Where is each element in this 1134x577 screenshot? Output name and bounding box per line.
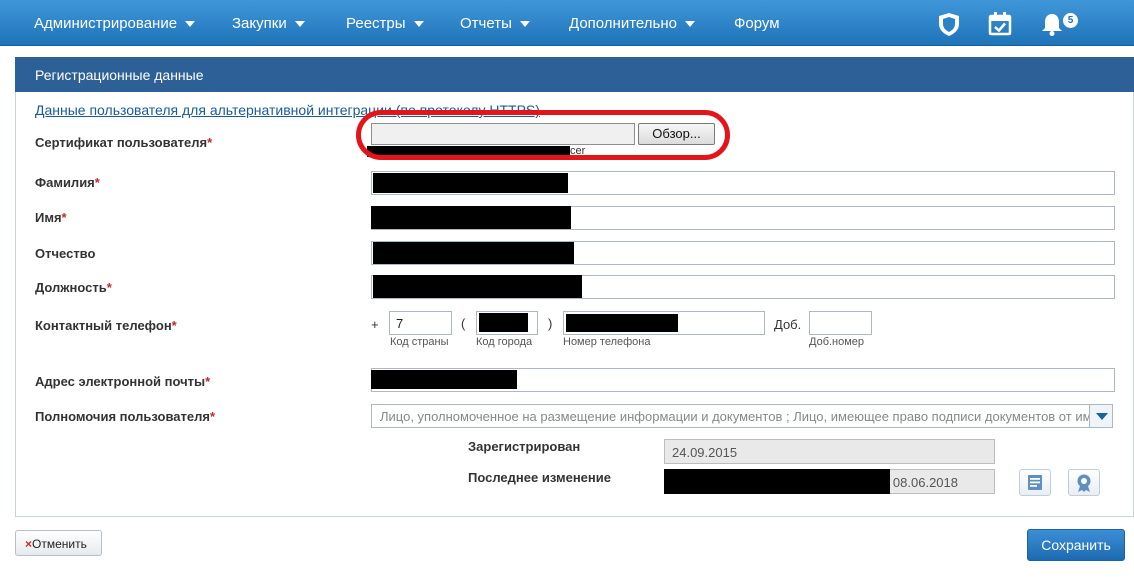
nav-item-registries[interactable]: Реестры (346, 15, 424, 35)
redacted-value (373, 242, 574, 264)
redacted-value (664, 469, 890, 494)
label-text: Фамилия (35, 175, 95, 190)
authority-select[interactable]: Лицо, уполномоченное на размещение инфор… (371, 404, 1113, 428)
required-mark: * (106, 280, 112, 295)
extension-input[interactable] (809, 311, 872, 335)
cancel-button[interactable]: ×Отменить (15, 530, 102, 556)
nav-item-forum[interactable]: Форум (734, 15, 780, 35)
redacted-value (479, 313, 528, 332)
panel-title: Регистрационные данные (15, 57, 1134, 92)
phone-plus-sign: + (371, 317, 379, 332)
extension-label: Доб. (774, 317, 802, 332)
chevron-down-icon (294, 21, 305, 28)
highlight-annotation (356, 110, 730, 160)
history-button[interactable] (1019, 469, 1051, 496)
required-mark: * (171, 318, 177, 333)
nav-item-label: Дополнительно (569, 15, 677, 32)
calendar-check-icon[interactable] (986, 10, 1014, 38)
required-mark: * (207, 135, 213, 150)
label-text: Адрес электронной почты (35, 374, 206, 389)
nav-item-additional[interactable]: Дополнительно (569, 15, 695, 35)
certificate-info-button[interactable] (1068, 469, 1100, 496)
authority-label: Полномочия пользователя* (35, 409, 215, 424)
label-text: Контактный телефон (35, 318, 172, 333)
redacted-value (373, 173, 568, 193)
shield-icon[interactable] (935, 10, 963, 38)
label-text: Имя (35, 210, 62, 225)
required-mark: * (94, 175, 100, 190)
first-name-label: Имя* (35, 210, 67, 225)
chevron-down-icon (413, 21, 424, 28)
position-label: Должность* (35, 280, 112, 295)
required-mark: * (209, 409, 215, 424)
save-button[interactable]: Сохранить (1027, 529, 1125, 561)
registered-date-field: 24.09.2015 (664, 439, 995, 464)
required-mark: * (205, 374, 211, 389)
nav-item-reports[interactable]: Отчеты (460, 15, 530, 35)
label-text: Сертификат пользователя (35, 135, 208, 150)
patronymic-label: Отчество (35, 246, 95, 261)
chevron-down-icon[interactable] (1089, 405, 1112, 427)
phone-label: Контактный телефон* (35, 318, 177, 333)
close-paren: ) (548, 316, 553, 331)
last-modified-label: Последнее изменение (468, 470, 611, 485)
nav-item-label: Администрирование (34, 15, 178, 32)
email-label: Адрес электронной почты* (35, 374, 210, 389)
bell-icon[interactable] (1038, 10, 1066, 38)
registered-label: Зарегистрирован (468, 439, 581, 454)
nav-item-administration[interactable]: Администрирование (34, 15, 196, 35)
chevron-down-icon (519, 21, 530, 28)
certificate-badge-icon (1077, 474, 1091, 492)
label-text: Полномочия пользователя (35, 409, 210, 424)
extension-caption: Доб.номер (809, 336, 865, 348)
required-mark: * (61, 210, 67, 225)
phone-number-caption: Номер телефона (563, 336, 651, 348)
redacted-value (371, 370, 517, 389)
certificate-label: Сертификат пользователя* (35, 135, 212, 150)
nav-item-label: Реестры (346, 15, 406, 32)
nav-item-label: Форум (734, 15, 780, 32)
close-icon: × (25, 537, 33, 551)
country-code-input[interactable]: 7 (389, 311, 452, 335)
nav-item-label: Отчеты (460, 15, 512, 32)
chevron-down-icon (185, 21, 196, 28)
top-navigation-bar: Администрирование Закупки Реестры Отчеты… (0, 0, 1134, 46)
redacted-value (373, 275, 582, 298)
redacted-value (566, 314, 678, 332)
document-list-icon (1028, 475, 1042, 490)
nav-item-label: Закупки (232, 15, 287, 32)
redacted-value (371, 206, 571, 229)
label-text: Отчество (35, 246, 96, 261)
city-code-caption: Код города (476, 336, 533, 348)
notification-count-badge: 5 (1063, 13, 1078, 28)
chevron-down-icon (684, 21, 695, 28)
country-code-caption: Код страны (390, 336, 449, 348)
cancel-label: Отменить (32, 537, 87, 551)
last-name-label: Фамилия* (35, 175, 100, 190)
open-paren: ( (461, 316, 466, 331)
nav-item-purchases[interactable]: Закупки (232, 15, 305, 35)
label-text: Должность (35, 280, 107, 295)
